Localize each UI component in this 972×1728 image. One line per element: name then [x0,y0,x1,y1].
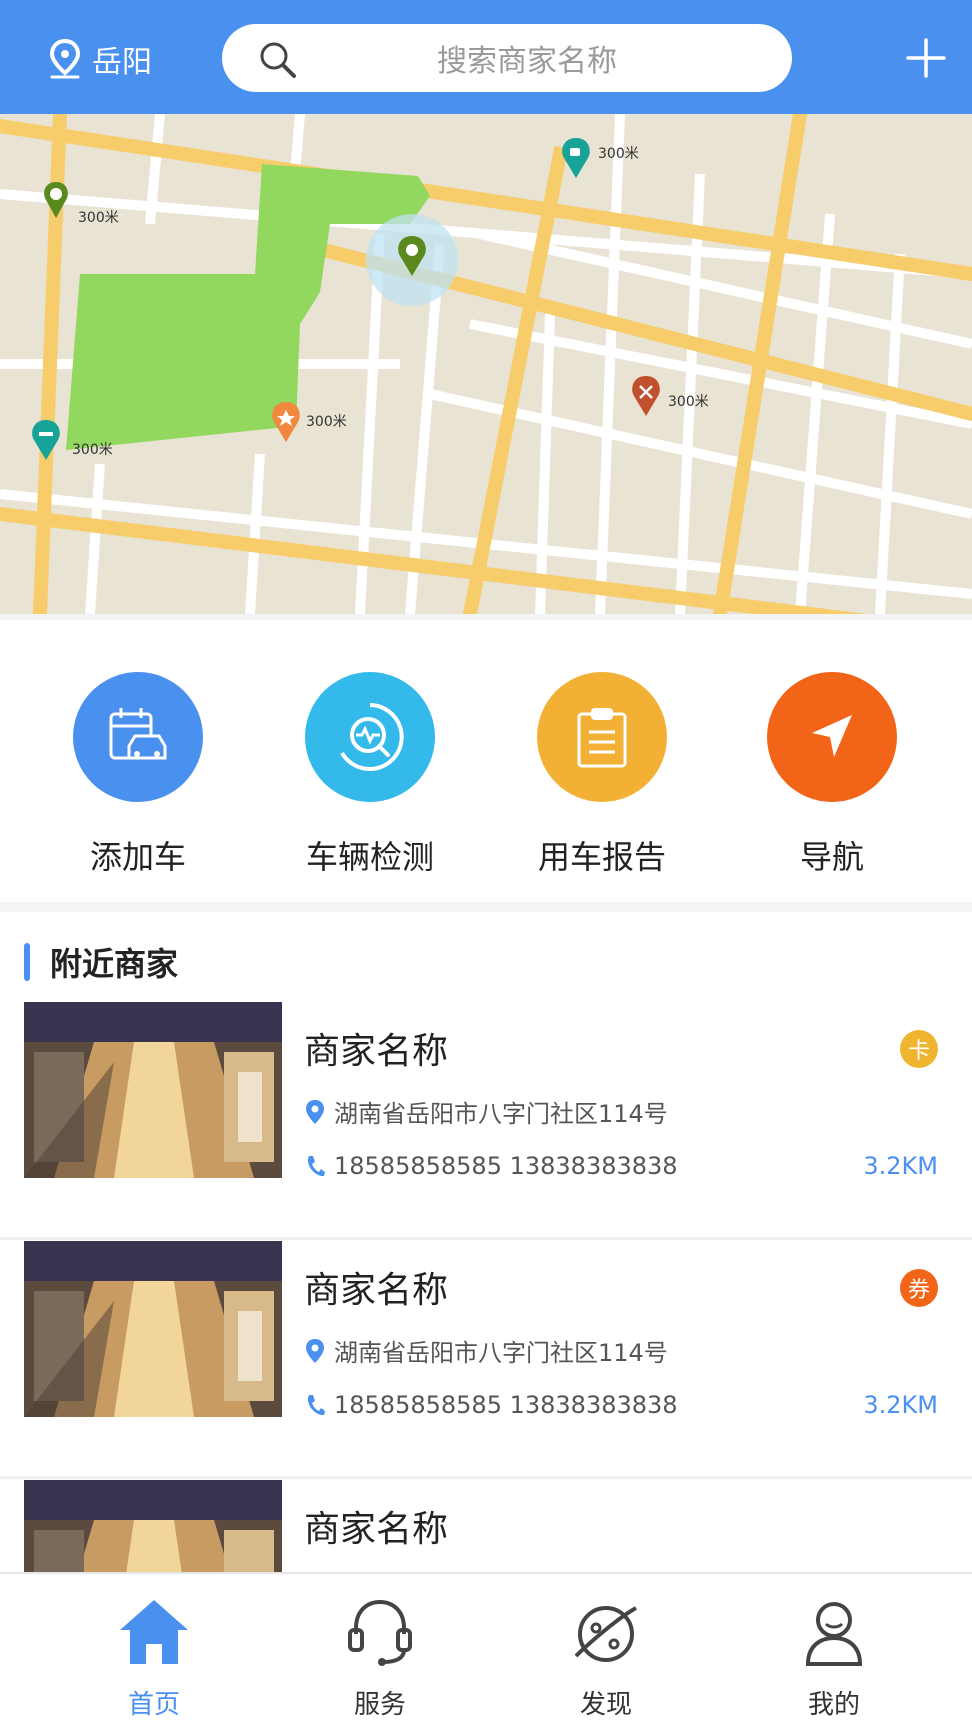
address-text: 湖南省岳阳市八字门社区114号 [334,1100,668,1128]
marker-distance-label: 300米 [668,394,709,410]
marker-distance-label: 300米 [306,414,347,430]
coupon-badge: 券 [900,1269,938,1307]
merchant-phone[interactable]: 18585858585 13838383838 [304,1152,678,1180]
navigation-label: 导航 [799,838,864,876]
nearby-merchants-section: 附近商家 商家名称 卡 湖南省岳阳市八字门社区114号 18585858585 … [0,912,972,1572]
tab-service[interactable]: 服务 [310,1594,450,1721]
tab-home[interactable]: 首页 [84,1594,224,1721]
add-car-button[interactable]: 添加车 [48,672,228,878]
merchant-address: 湖南省岳阳市八字门社区114号 [304,1333,668,1368]
top-header: 岳阳 搜索商家名称 [0,0,972,114]
section-title: 附近商家 [50,945,179,983]
merchant-card[interactable]: 商家名称 券 湖南省岳阳市八字门社区114号 18585858585 13838… [0,1241,972,1479]
tab-profile-label: 我的 [807,1690,860,1720]
merchant-name: 商家名称 [304,1509,449,1550]
usage-report-label: 用车报告 [537,838,666,876]
vehicle-inspection-button[interactable]: 车辆检测 [280,672,460,878]
add-plus-icon[interactable] [904,36,948,80]
phone-text: 18585858585 13838383838 [334,1152,678,1180]
merchant-name: 商家名称 [304,1031,449,1072]
tab-profile[interactable]: 我的 [764,1594,904,1721]
location-pin-icon [49,39,81,79]
location-pin-icon [306,1099,324,1124]
bottom-tab-bar: 首页 服务 发现 我的 [0,1572,972,1728]
quick-actions: 添加车 车辆检测 用车报告 导航 [0,620,972,902]
navigation-button[interactable]: 导航 [742,672,922,878]
phone-icon [307,1156,325,1177]
merchant-address: 湖南省岳阳市八字门社区114号 [304,1094,668,1129]
report-clipboard-icon [537,672,667,802]
merchant-photo [24,1241,282,1417]
location-pin-icon [306,1338,324,1363]
merchant-photo [24,1480,282,1572]
tab-service-label: 服务 [353,1690,406,1720]
home-icon [120,1600,188,1664]
card-badge: 卡 [900,1030,938,1068]
tab-discover[interactable]: 发现 [536,1594,676,1721]
add-car-icon [73,672,203,802]
city-selector[interactable]: 岳阳 [48,36,152,82]
search-icon [260,42,296,78]
section-accent-bar [24,943,30,981]
search-input[interactable]: 搜索商家名称 [222,24,792,92]
section-header: 附近商家 [24,942,179,983]
address-text: 湖南省岳阳市八字门社区114号 [334,1339,668,1367]
merchant-name: 商家名称 [304,1270,449,1311]
navigation-arrow-icon [767,672,897,802]
map-view[interactable]: 300米 300米 300米 300米 300米 [0,114,972,614]
merchant-distance: 3.2KM [863,1152,938,1180]
merchant-phone[interactable]: 18585858585 13838383838 [304,1391,678,1419]
marker-distance-label: 300米 [72,442,113,458]
merchant-photo [24,1002,282,1178]
city-name: 岳阳 [92,45,152,80]
vehicle-inspection-icon [305,672,435,802]
phone-text: 18585858585 13838383838 [334,1391,678,1419]
marker-distance-label: 300米 [598,146,639,162]
discover-planet-icon [574,1606,637,1662]
profile-icon [805,1602,863,1666]
usage-report-button[interactable]: 用车报告 [512,672,692,878]
tab-discover-label: 发现 [579,1690,632,1720]
vehicle-inspection-label: 车辆检测 [305,838,434,876]
headset-icon [348,1599,412,1666]
tab-home-label: 首页 [127,1690,180,1720]
add-car-label: 添加车 [89,838,186,876]
merchant-card[interactable]: 商家名称 卡 湖南省岳阳市八字门社区114号 18585858585 13838… [0,1002,972,1240]
marker-distance-label: 300米 [78,210,119,226]
search-placeholder: 搜索商家名称 [437,44,617,79]
merchant-card[interactable]: 商家名称 [0,1480,972,1572]
phone-icon [307,1395,325,1416]
merchant-distance: 3.2KM [863,1391,938,1419]
